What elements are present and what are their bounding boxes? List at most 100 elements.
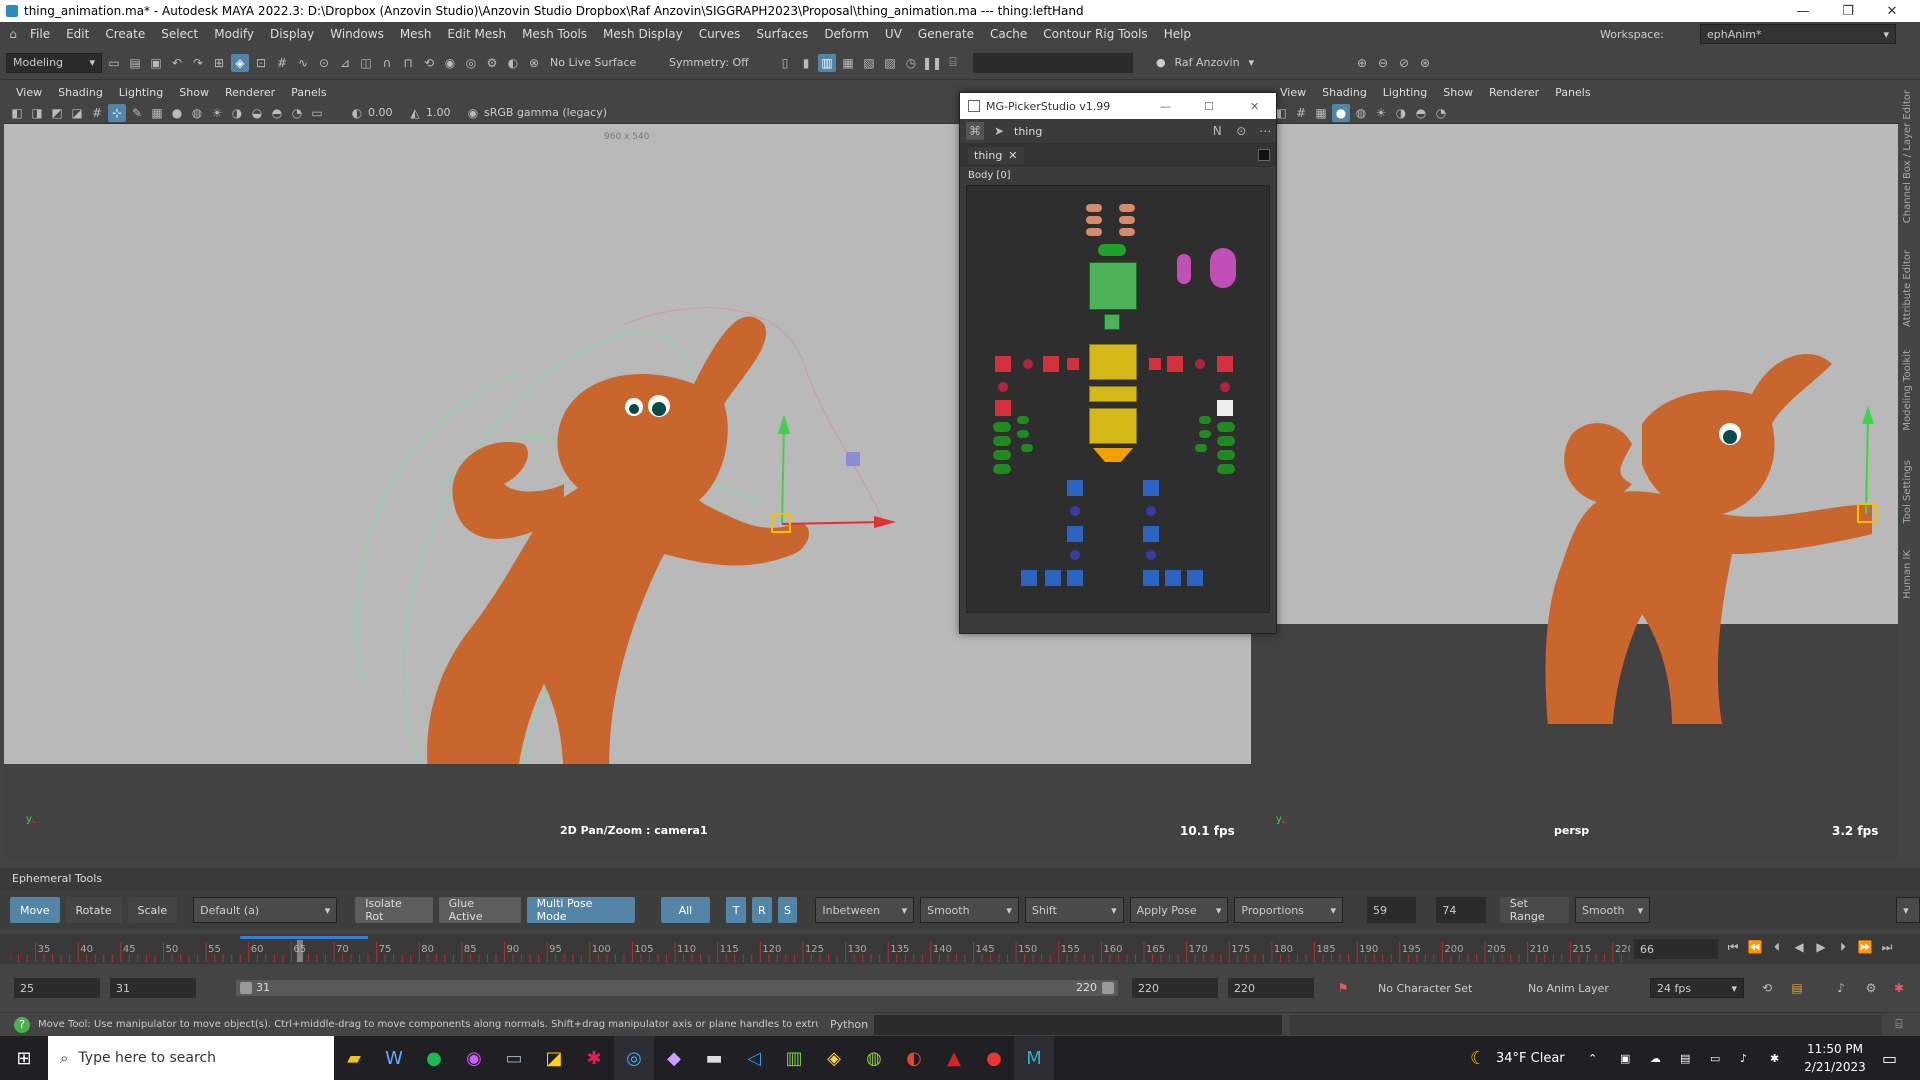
preset-dropdown[interactable]: Default (a) ▾ (193, 897, 338, 923)
weather-text[interactable]: 34°F Clear (1496, 1051, 1565, 1066)
set-range-button[interactable]: Set Range (1499, 897, 1570, 923)
go-to-start-icon[interactable]: ⏮ (1724, 938, 1742, 956)
picker-finger-ctrl[interactable] (993, 464, 1011, 474)
picker-ankle-ctrl[interactable] (1070, 550, 1080, 560)
tab-channel-box[interactable]: Channel Box / Layer Editor (1902, 90, 1913, 223)
menu-create[interactable]: Create (97, 27, 153, 41)
move-button[interactable]: Move (10, 897, 60, 923)
translate-toggle[interactable]: T (726, 897, 746, 923)
onedrive-icon[interactable]: ☁ (1650, 1052, 1661, 1065)
camera-attr-icon[interactable]: ◨ (28, 104, 46, 122)
smooth-mode-dropdown[interactable]: Smooth ▾ (1575, 897, 1651, 923)
minimize-icon[interactable]: — (1781, 0, 1825, 22)
bookmark-icon[interactable]: ◩ (48, 104, 66, 122)
vscode-icon[interactable]: ◁ (734, 1036, 774, 1080)
play-backward-icon[interactable]: ◀ (1790, 938, 1808, 956)
picker-finger-ctrl[interactable] (993, 422, 1011, 432)
lights-icon[interactable]: ☀ (1372, 104, 1390, 122)
current-frame-field[interactable]: 66 (1634, 939, 1718, 959)
sound-icon[interactable]: ♪ (1832, 979, 1850, 997)
auto-key-icon[interactable]: ⚑ (1334, 979, 1352, 997)
picker-arm-ctrl[interactable] (1195, 359, 1205, 369)
cache-icon[interactable]: ▤ (1788, 979, 1806, 997)
slack-tray-icon[interactable]: ✱ (1770, 1052, 1779, 1065)
menu-uv[interactable]: UV (877, 27, 910, 41)
volume-icon[interactable]: ♪ (1740, 1052, 1747, 1065)
xray-icon[interactable]: ◓ (1412, 104, 1430, 122)
menu-mesh-tools[interactable]: Mesh Tools (514, 27, 595, 41)
chevron-up-icon[interactable]: ⌃ (1588, 1052, 1597, 1065)
sidebar-toggle-icon[interactable]: ▯ (776, 54, 794, 72)
ipr-icon[interactable]: ◷ (902, 54, 920, 72)
snap-point-icon[interactable]: ⊙ (315, 54, 333, 72)
picker-elbow-ctrl[interactable] (998, 382, 1008, 392)
picker-knee-ctrl[interactable] (1146, 506, 1156, 516)
grid-icon[interactable]: # (88, 104, 106, 122)
character-set-dropdown[interactable]: No Character Set (1372, 978, 1502, 998)
channel-box-toggle-icon[interactable]: ▥ (818, 53, 836, 72)
xray-icon[interactable]: ◓ (268, 104, 286, 122)
multi-pose-mode-button[interactable]: Multi Pose Mode (526, 897, 635, 923)
panel-options-dropdown[interactable]: ▾ (1896, 897, 1920, 923)
picker-finger-ctrl[interactable] (1119, 204, 1135, 212)
file-explorer-icon[interactable]: ▰ (334, 1036, 374, 1080)
maximize-icon[interactable]: ☐ (1204, 100, 1214, 113)
range-slider-start-handle[interactable] (240, 982, 252, 994)
render-settings-icon[interactable]: ⚙ (483, 54, 501, 72)
anim-prefs-icon[interactable]: ⚙ (1862, 979, 1880, 997)
range-start-field[interactable]: 59 (1367, 897, 1417, 923)
proportions-dropdown[interactable]: Proportions ▾ (1234, 897, 1344, 923)
all-button[interactable]: All (660, 897, 711, 923)
open-scene-icon[interactable]: ▤ (126, 54, 144, 72)
picker-finger-ctrl[interactable] (1217, 422, 1235, 432)
picker-ankle-ctrl[interactable] (1146, 550, 1156, 560)
picker-foot-ctrl[interactable] (1187, 570, 1203, 586)
picker-finger-ctrl[interactable] (1086, 228, 1102, 236)
picker-foot-ctrl[interactable] (1143, 570, 1159, 586)
menu-contour-rig-tools[interactable]: Contour Rig Tools (1035, 27, 1155, 41)
smooth-shade-icon[interactable]: ● (1332, 103, 1350, 122)
script-editor-icon[interactable]: ⌸ (944, 54, 962, 72)
select-component-icon[interactable]: ⊡ (252, 54, 270, 72)
picker-more-icon[interactable]: ⋯ (1256, 122, 1274, 140)
camera-icon[interactable]: ◧ (8, 104, 26, 122)
network-icon[interactable]: ▭ (1710, 1052, 1720, 1065)
lock-icon[interactable]: ⊓ (399, 54, 417, 72)
lights-icon[interactable]: ☀ (208, 104, 226, 122)
save-scene-icon[interactable]: ▣ (147, 54, 165, 72)
app-green-icon[interactable]: ◍ (854, 1036, 894, 1080)
picker-eye-ctrl[interactable] (1210, 248, 1236, 288)
move-manipulator[interactable] (771, 414, 896, 533)
panel-menu-show[interactable]: Show (171, 86, 217, 99)
picker-finger-ctrl[interactable] (1017, 430, 1029, 438)
smooth-dropdown[interactable]: Smooth ▾ (920, 897, 1019, 923)
app-w-icon[interactable]: W (374, 1036, 414, 1080)
render-icon[interactable]: ◉ (441, 54, 459, 72)
mode-dropdown[interactable]: Modeling ▾ (6, 52, 102, 73)
textured-icon[interactable]: ◍ (1352, 104, 1370, 122)
playback-start-field[interactable]: 31 (110, 978, 196, 998)
picker-leg-ctrl[interactable] (1143, 480, 1159, 496)
play-forward-icon[interactable]: ▶ (1812, 938, 1830, 956)
menu-deform[interactable]: Deform (816, 27, 877, 41)
workspace-icon-4[interactable]: ⊛ (1416, 54, 1434, 72)
picker-eye-ctrl[interactable] (1177, 254, 1191, 284)
panel-menu-view-right[interactable]: View (1272, 86, 1314, 99)
maya-taskbar-icon[interactable]: M (1014, 1036, 1054, 1080)
viewport-right-canvas[interactable]: persp 3.2 fps y⌞ (1252, 124, 1898, 862)
hypershade-icon[interactable]: ◐ (504, 54, 522, 72)
picker-hand-ctrl[interactable] (995, 400, 1011, 416)
panel-menu-renderer[interactable]: Renderer (217, 86, 283, 99)
select-object-icon[interactable]: ◈ (231, 53, 249, 72)
picker-arm-ctrl[interactable] (1149, 358, 1161, 370)
snap-surface-icon[interactable]: ◫ (357, 54, 375, 72)
panel-menu-show-right[interactable]: Show (1435, 86, 1481, 99)
menu-select[interactable]: Select (153, 27, 206, 41)
picker-hip-ctrl[interactable] (1089, 408, 1137, 444)
workspace-icon-3[interactable]: ⊘ (1395, 54, 1413, 72)
spotify-icon[interactable]: ● (414, 1036, 454, 1080)
character-persp-view[interactable] (1252, 124, 1898, 724)
tab-attribute-editor[interactable]: Attribute Editor (1902, 250, 1913, 327)
shadows-icon[interactable]: ◑ (1392, 104, 1410, 122)
panel-menu-view[interactable]: View (8, 86, 50, 99)
